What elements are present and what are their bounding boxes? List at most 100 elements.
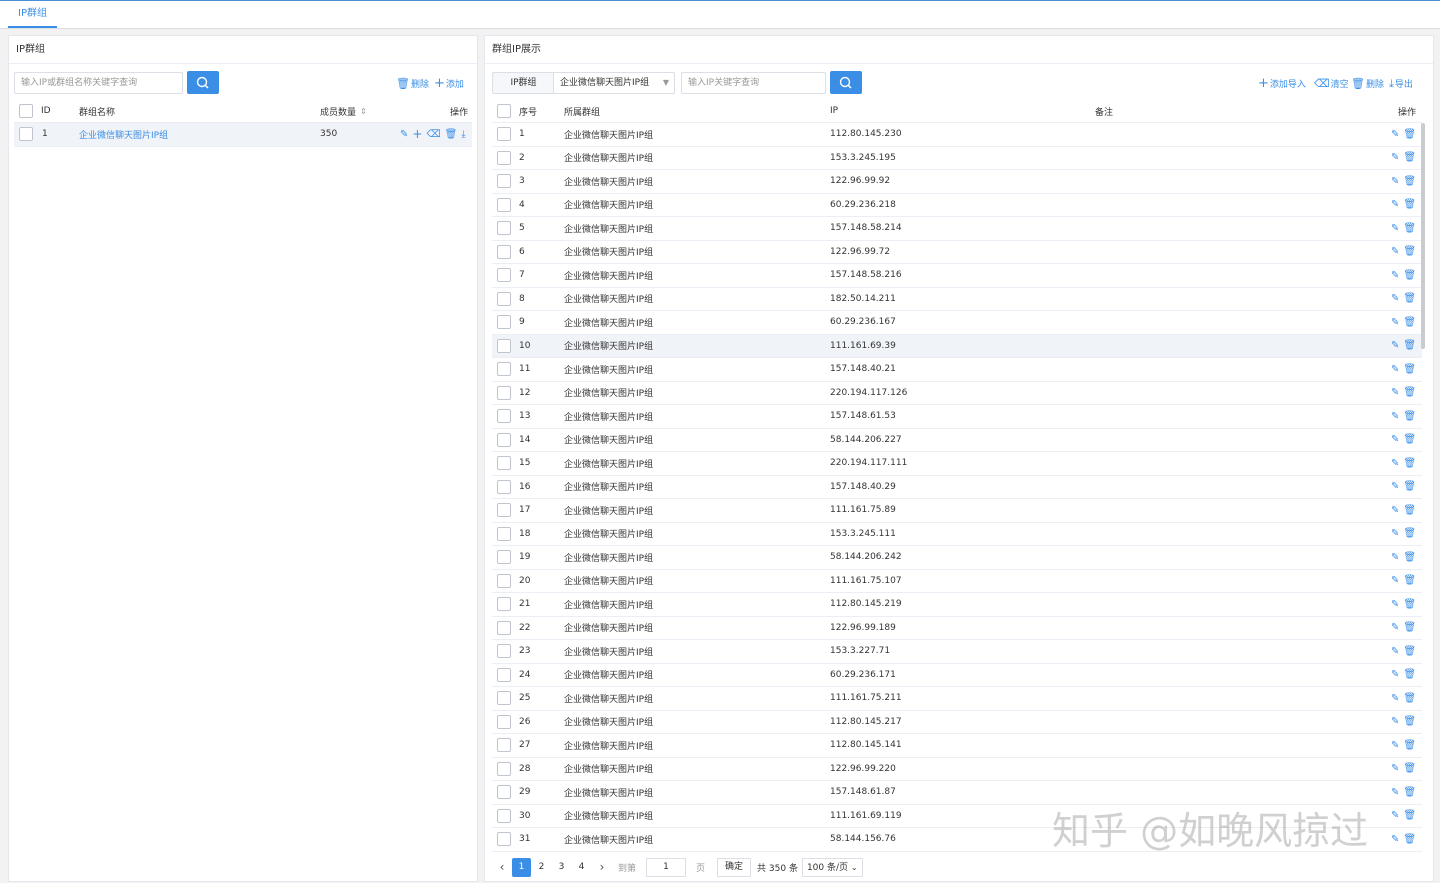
row-checkbox[interactable] xyxy=(497,479,511,494)
row-checkbox[interactable] xyxy=(497,338,511,353)
pencil-icon[interactable]: ✎ xyxy=(1391,340,1403,351)
page-3[interactable]: 3 xyxy=(552,858,571,877)
pencil-icon[interactable]: ✎ xyxy=(1391,411,1403,422)
row-checkbox[interactable] xyxy=(497,315,511,330)
table-row[interactable]: 27 企业微信聊天图片IP组 112.80.145.141 ✎ 🗑 xyxy=(492,734,1422,758)
trash-icon[interactable]: 🗑 xyxy=(1403,740,1420,751)
eraser-icon[interactable]: ⌫ xyxy=(426,129,444,140)
pencil-icon[interactable]: ✎ xyxy=(1391,810,1403,821)
trash-icon[interactable]: 🗑 xyxy=(1403,152,1420,163)
table-row[interactable]: 3 企业微信聊天图片IP组 122.96.99.92 ✎ 🗑 xyxy=(492,170,1422,194)
pencil-icon[interactable]: ✎ xyxy=(1391,693,1403,704)
table-row[interactable]: 13 企业微信聊天图片IP组 157.148.61.53 ✎ 🗑 xyxy=(492,405,1422,429)
trash-icon[interactable]: 🗑 xyxy=(1403,528,1420,539)
table-scrollbar[interactable] xyxy=(1421,123,1425,349)
clear-button[interactable]: ⌫清空 xyxy=(1314,77,1349,90)
row-checkbox[interactable] xyxy=(497,456,511,471)
row-checkbox[interactable] xyxy=(497,174,511,189)
pencil-icon[interactable]: ✎ xyxy=(1391,481,1403,492)
ip-search-button[interactable] xyxy=(830,71,862,94)
table-row[interactable]: 11 企业微信聊天图片IP组 157.148.40.21 ✎ 🗑 xyxy=(492,358,1422,382)
table-row[interactable]: 23 企业微信聊天图片IP组 153.3.227.71 ✎ 🗑 xyxy=(492,640,1422,664)
row-checkbox[interactable] xyxy=(19,127,33,142)
pencil-icon[interactable]: ✎ xyxy=(1391,458,1403,469)
pencil-icon[interactable]: ✎ xyxy=(1391,176,1403,187)
trash-icon[interactable]: 🗑 xyxy=(1403,834,1420,845)
trash-icon[interactable]: 🗑 xyxy=(1403,693,1420,704)
import-button[interactable]: +添加导入 xyxy=(1258,76,1306,91)
trash-icon[interactable]: 🗑 xyxy=(1403,575,1420,586)
trash-icon[interactable]: 🗑 xyxy=(1403,787,1420,798)
row-checkbox[interactable] xyxy=(497,761,511,776)
table-row[interactable]: 7 企业微信聊天图片IP组 157.148.58.216 ✎ 🗑 xyxy=(492,264,1422,288)
trash-icon[interactable]: 🗑 xyxy=(1403,270,1420,281)
ip-delete-button[interactable]: 🗑删除 xyxy=(1351,77,1384,90)
goto-page-input[interactable]: 1 xyxy=(646,857,687,877)
ip-search-input[interactable]: 输入IP关键字查询 xyxy=(681,72,826,94)
table-row[interactable]: 12 企业微信聊天图片IP组 220.194.117.126 ✎ 🗑 xyxy=(492,382,1422,405)
table-row[interactable]: 8 企业微信聊天图片IP组 182.50.14.211 ✎ 🗑 xyxy=(492,288,1422,311)
tab-ip-group[interactable]: IP群组 xyxy=(8,1,57,28)
page-size-select[interactable]: 100 条/页 ⌄ xyxy=(801,857,863,877)
pencil-icon[interactable]: ✎ xyxy=(1391,293,1403,304)
pencil-icon[interactable]: ✎ xyxy=(1391,528,1403,539)
table-row[interactable]: 1 企业微信聊天图片IP组 350 ✎ + ⌫ 🗑 ⤓ xyxy=(14,123,472,147)
trash-icon[interactable]: 🗑 xyxy=(1403,317,1420,328)
pencil-icon[interactable]: ✎ xyxy=(400,129,412,140)
row-checkbox[interactable] xyxy=(497,268,511,283)
table-row[interactable]: 24 企业微信聊天图片IP组 60.29.236.171 ✎ 🗑 xyxy=(492,664,1422,687)
trash-icon[interactable]: 🗑 xyxy=(1403,411,1420,422)
pencil-icon[interactable]: ✎ xyxy=(1391,364,1403,375)
pencil-icon[interactable]: ✎ xyxy=(1391,246,1403,257)
row-checkbox[interactable] xyxy=(497,785,511,800)
table-row[interactable]: 25 企业微信聊天图片IP组 111.161.75.211 ✎ 🗑 xyxy=(492,687,1422,711)
pencil-icon[interactable]: ✎ xyxy=(1391,669,1403,680)
row-checkbox[interactable] xyxy=(497,667,511,682)
pencil-icon[interactable]: ✎ xyxy=(1391,152,1403,163)
trash-icon[interactable]: 🗑 xyxy=(1403,552,1420,563)
pencil-icon[interactable]: ✎ xyxy=(1391,622,1403,633)
row-checkbox[interactable] xyxy=(497,644,511,659)
group-search-input[interactable]: 输入IP或群组名称关键字查询 xyxy=(14,72,183,94)
row-checkbox[interactable] xyxy=(497,197,511,212)
trash-icon[interactable]: 🗑 xyxy=(1403,176,1420,187)
trash-icon[interactable]: 🗑 xyxy=(1403,129,1420,140)
confirm-button[interactable]: 确定 xyxy=(717,857,752,877)
page-4[interactable]: 4 xyxy=(572,858,591,877)
col-member-count[interactable]: 成员数量 ⇕ xyxy=(320,100,367,122)
table-row[interactable]: 20 企业微信聊天图片IP组 111.161.75.107 ✎ 🗑 xyxy=(492,570,1422,593)
group-delete-button[interactable]: 🗑删除 xyxy=(396,77,429,90)
trash-icon[interactable]: 🗑 xyxy=(1403,810,1420,821)
table-row[interactable]: 16 企业微信聊天图片IP组 157.148.40.29 ✎ 🗑 xyxy=(492,476,1422,499)
select-all-checkbox[interactable] xyxy=(19,104,33,118)
table-row[interactable]: 4 企业微信聊天图片IP组 60.29.236.218 ✎ 🗑 xyxy=(492,194,1422,217)
table-row[interactable]: 2 企业微信聊天图片IP组 153.3.245.195 ✎ 🗑 xyxy=(492,147,1422,170)
row-checkbox[interactable] xyxy=(497,432,511,447)
select-all-checkbox[interactable] xyxy=(497,104,511,118)
table-row[interactable]: 18 企业微信聊天图片IP组 153.3.245.111 ✎ 🗑 xyxy=(492,523,1422,546)
trash-icon[interactable]: 🗑 xyxy=(1403,716,1420,727)
row-checkbox[interactable] xyxy=(497,691,511,706)
trash-icon[interactable]: 🗑 xyxy=(1403,246,1420,257)
pencil-icon[interactable]: ✎ xyxy=(1391,270,1403,281)
row-checkbox[interactable] xyxy=(497,291,511,306)
trash-icon[interactable]: 🗑 xyxy=(1403,199,1420,210)
row-checkbox[interactable] xyxy=(497,620,511,635)
pencil-icon[interactable]: ✎ xyxy=(1391,223,1403,234)
trash-icon[interactable]: 🗑 xyxy=(1403,364,1420,375)
trash-icon[interactable]: 🗑 xyxy=(1403,434,1420,445)
table-row[interactable]: 17 企业微信聊天图片IP组 111.161.75.89 ✎ 🗑 xyxy=(492,499,1422,523)
trash-icon[interactable]: 🗑 xyxy=(1403,505,1420,516)
row-checkbox[interactable] xyxy=(497,244,511,259)
table-row[interactable]: 1 企业微信聊天图片IP组 112.80.145.230 ✎ 🗑 xyxy=(492,123,1422,147)
trash-icon[interactable]: 🗑 xyxy=(1403,669,1420,680)
table-row[interactable]: 21 企业微信聊天图片IP组 112.80.145.219 ✎ 🗑 xyxy=(492,593,1422,617)
trash-icon[interactable]: 🗑 xyxy=(1403,387,1420,398)
pencil-icon[interactable]: ✎ xyxy=(1391,646,1403,657)
table-row[interactable]: 26 企业微信聊天图片IP组 112.80.145.217 ✎ 🗑 xyxy=(492,711,1422,734)
pencil-icon[interactable]: ✎ xyxy=(1391,834,1403,845)
table-row[interactable]: 10 企业微信聊天图片IP组 111.161.69.39 ✎ 🗑 xyxy=(492,334,1422,358)
export-button[interactable]: ⤓导出 xyxy=(1389,77,1413,91)
pencil-icon[interactable]: ✎ xyxy=(1391,505,1403,516)
trash-icon[interactable]: 🗑 xyxy=(1403,763,1420,774)
